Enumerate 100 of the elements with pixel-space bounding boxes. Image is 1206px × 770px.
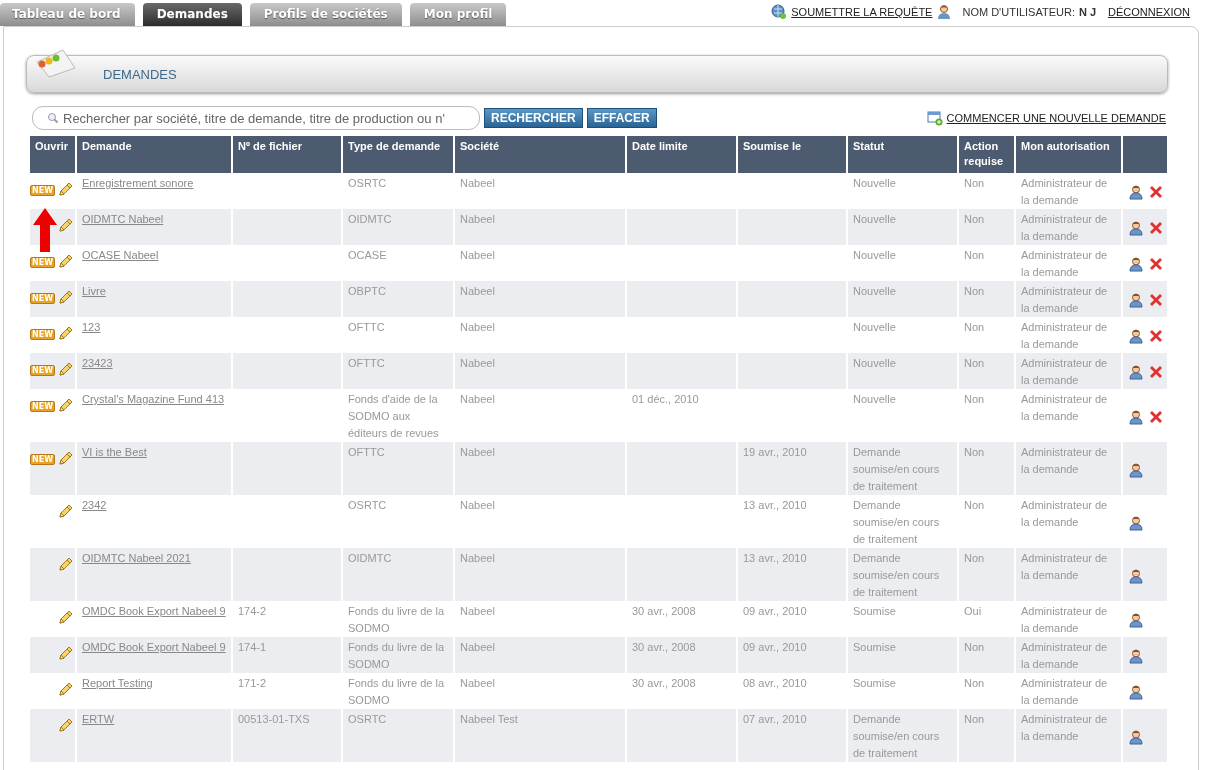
delete-icon[interactable] bbox=[1148, 408, 1164, 425]
authorization: Administrateur de la demande bbox=[1021, 249, 1108, 278]
pencil-icon[interactable] bbox=[57, 254, 73, 270]
submitted-date: 13 avr., 2010 bbox=[743, 499, 807, 511]
new-badge: NEW bbox=[30, 184, 55, 196]
user-icon[interactable] bbox=[1128, 514, 1144, 531]
logout-link[interactable]: DÉCONNEXION bbox=[1108, 6, 1190, 18]
pencil-icon[interactable] bbox=[57, 557, 73, 573]
delete-icon[interactable] bbox=[1148, 184, 1164, 200]
user-icon[interactable] bbox=[1128, 408, 1144, 425]
status: Nouvelle bbox=[853, 177, 896, 189]
company: Nabeel bbox=[460, 499, 495, 511]
user-icon[interactable] bbox=[1128, 364, 1144, 380]
search-field[interactable]: Rechercher par société, titre de demande, titre de production ou n' bbox=[32, 106, 480, 130]
delete-icon[interactable] bbox=[1148, 364, 1164, 380]
search-button[interactable]: RECHERCHER bbox=[484, 108, 583, 128]
action-required: Non bbox=[964, 713, 985, 725]
status: Nouvelle bbox=[853, 285, 896, 297]
authorization: Administrateur de la demande bbox=[1021, 446, 1108, 475]
file-number: 00513-01-TXS bbox=[238, 713, 310, 725]
pencil-icon[interactable] bbox=[57, 504, 73, 520]
user-icon bbox=[936, 4, 953, 20]
request-link[interactable]: OMDC Book Export Nabeel 9 bbox=[82, 605, 226, 617]
company: Nabeel bbox=[460, 357, 495, 369]
pencil-icon[interactable] bbox=[57, 718, 73, 734]
globe-search-icon bbox=[771, 4, 788, 20]
submitted-date: 13 avr., 2010 bbox=[743, 552, 807, 564]
pencil-icon[interactable] bbox=[57, 451, 73, 467]
delete-icon[interactable] bbox=[1148, 328, 1164, 344]
new-badge: NEW bbox=[30, 453, 55, 465]
request-link[interactable]: 23423 bbox=[82, 357, 113, 369]
nav-tab[interactable]: Tableau de bord bbox=[0, 3, 135, 26]
user-icon[interactable] bbox=[1128, 728, 1144, 745]
authorization: Administrateur de la demande bbox=[1021, 677, 1108, 706]
nav-tab[interactable]: Mon profil bbox=[409, 3, 507, 26]
action-required: Non bbox=[964, 641, 985, 653]
column-header: Mon autorisation bbox=[1015, 136, 1122, 173]
new-request-link[interactable]: COMMENCER UNE NOUVELLE DEMANDE bbox=[946, 112, 1166, 124]
authorization: Administrateur de la demande bbox=[1021, 321, 1108, 350]
request-link[interactable]: Enregistrement sonore bbox=[82, 177, 194, 189]
column-header: Action requise bbox=[958, 136, 1015, 173]
submit-request-link[interactable]: SOUMETTRE LA REQUÊTE bbox=[791, 6, 933, 18]
company: Nabeel bbox=[460, 446, 495, 458]
request-type: Fonds du livre de la SODMO bbox=[348, 641, 444, 670]
request-link[interactable]: ERTW bbox=[82, 713, 115, 725]
section-title: DEMANDES bbox=[103, 66, 177, 82]
user-icon[interactable] bbox=[1128, 256, 1144, 272]
company: Nabeel bbox=[460, 177, 495, 189]
pencil-icon[interactable] bbox=[57, 326, 73, 342]
request-link[interactable]: VI is the Best bbox=[82, 446, 147, 458]
action-required: Non bbox=[964, 213, 985, 225]
delete-icon[interactable] bbox=[1148, 292, 1164, 308]
request-link[interactable]: Crystal's Magazine Fund 413 bbox=[82, 393, 225, 405]
pencil-icon[interactable] bbox=[57, 182, 73, 198]
user-icon[interactable] bbox=[1128, 184, 1144, 200]
pencil-icon[interactable] bbox=[57, 682, 73, 698]
request-link[interactable]: OIDMTC Nabeel bbox=[82, 213, 164, 225]
request-link[interactable]: Livre bbox=[82, 285, 106, 297]
delete-icon[interactable] bbox=[1148, 256, 1164, 272]
status: Nouvelle bbox=[853, 213, 896, 225]
delete-icon[interactable] bbox=[1148, 220, 1164, 236]
pencil-icon[interactable] bbox=[57, 290, 73, 306]
submitted-date: 09 avr., 2010 bbox=[743, 605, 807, 617]
request-link[interactable]: Report Testing bbox=[82, 677, 153, 689]
request-type: Fonds du livre de la SODMO bbox=[348, 677, 444, 706]
nav-tab[interactable]: Demandes bbox=[142, 3, 242, 26]
company: Nabeel bbox=[460, 285, 495, 297]
user-icon[interactable] bbox=[1128, 220, 1144, 236]
request-link[interactable]: OIDMTC Nabeel 2021 bbox=[82, 552, 191, 564]
request-link[interactable]: 2342 bbox=[82, 499, 107, 511]
authorization: Administrateur de la demande bbox=[1021, 605, 1108, 634]
user-icon[interactable] bbox=[1128, 684, 1144, 700]
action-required: Non bbox=[964, 249, 985, 261]
new-badge: NEW bbox=[30, 328, 55, 340]
deadline: 30 avr., 2008 bbox=[632, 677, 696, 689]
user-icon[interactable] bbox=[1128, 328, 1144, 344]
action-required: Non bbox=[964, 446, 985, 458]
file-number: 174-2 bbox=[238, 605, 267, 617]
nav-tab[interactable]: Profils de sociétés bbox=[249, 3, 402, 26]
authorization: Administrateur de la demande bbox=[1021, 641, 1108, 670]
user-icon[interactable] bbox=[1128, 567, 1144, 584]
authorization: Administrateur de la demande bbox=[1021, 499, 1108, 528]
clear-button[interactable]: EFFACER bbox=[586, 108, 657, 128]
pencil-icon[interactable] bbox=[57, 610, 73, 626]
user-icon[interactable] bbox=[1128, 612, 1144, 628]
pencil-icon[interactable] bbox=[57, 218, 73, 234]
company: Nabeel bbox=[460, 605, 495, 617]
pencil-icon[interactable] bbox=[57, 646, 73, 662]
pencil-icon[interactable] bbox=[57, 398, 73, 414]
user-icon[interactable] bbox=[1128, 292, 1144, 308]
request-link[interactable]: 123 bbox=[82, 321, 101, 333]
request-link[interactable]: OCASE Nabeel bbox=[82, 249, 159, 261]
user-icon[interactable] bbox=[1128, 648, 1144, 664]
pencil-icon[interactable] bbox=[57, 362, 73, 378]
column-header: Demande bbox=[76, 136, 232, 173]
new-badge: NEW bbox=[30, 400, 55, 412]
user-icon[interactable] bbox=[1128, 461, 1144, 478]
status: Demande soumise/en cours de traitement bbox=[853, 446, 940, 492]
authorization: Administrateur de la demande bbox=[1021, 357, 1108, 386]
status: Soumise bbox=[853, 605, 896, 617]
